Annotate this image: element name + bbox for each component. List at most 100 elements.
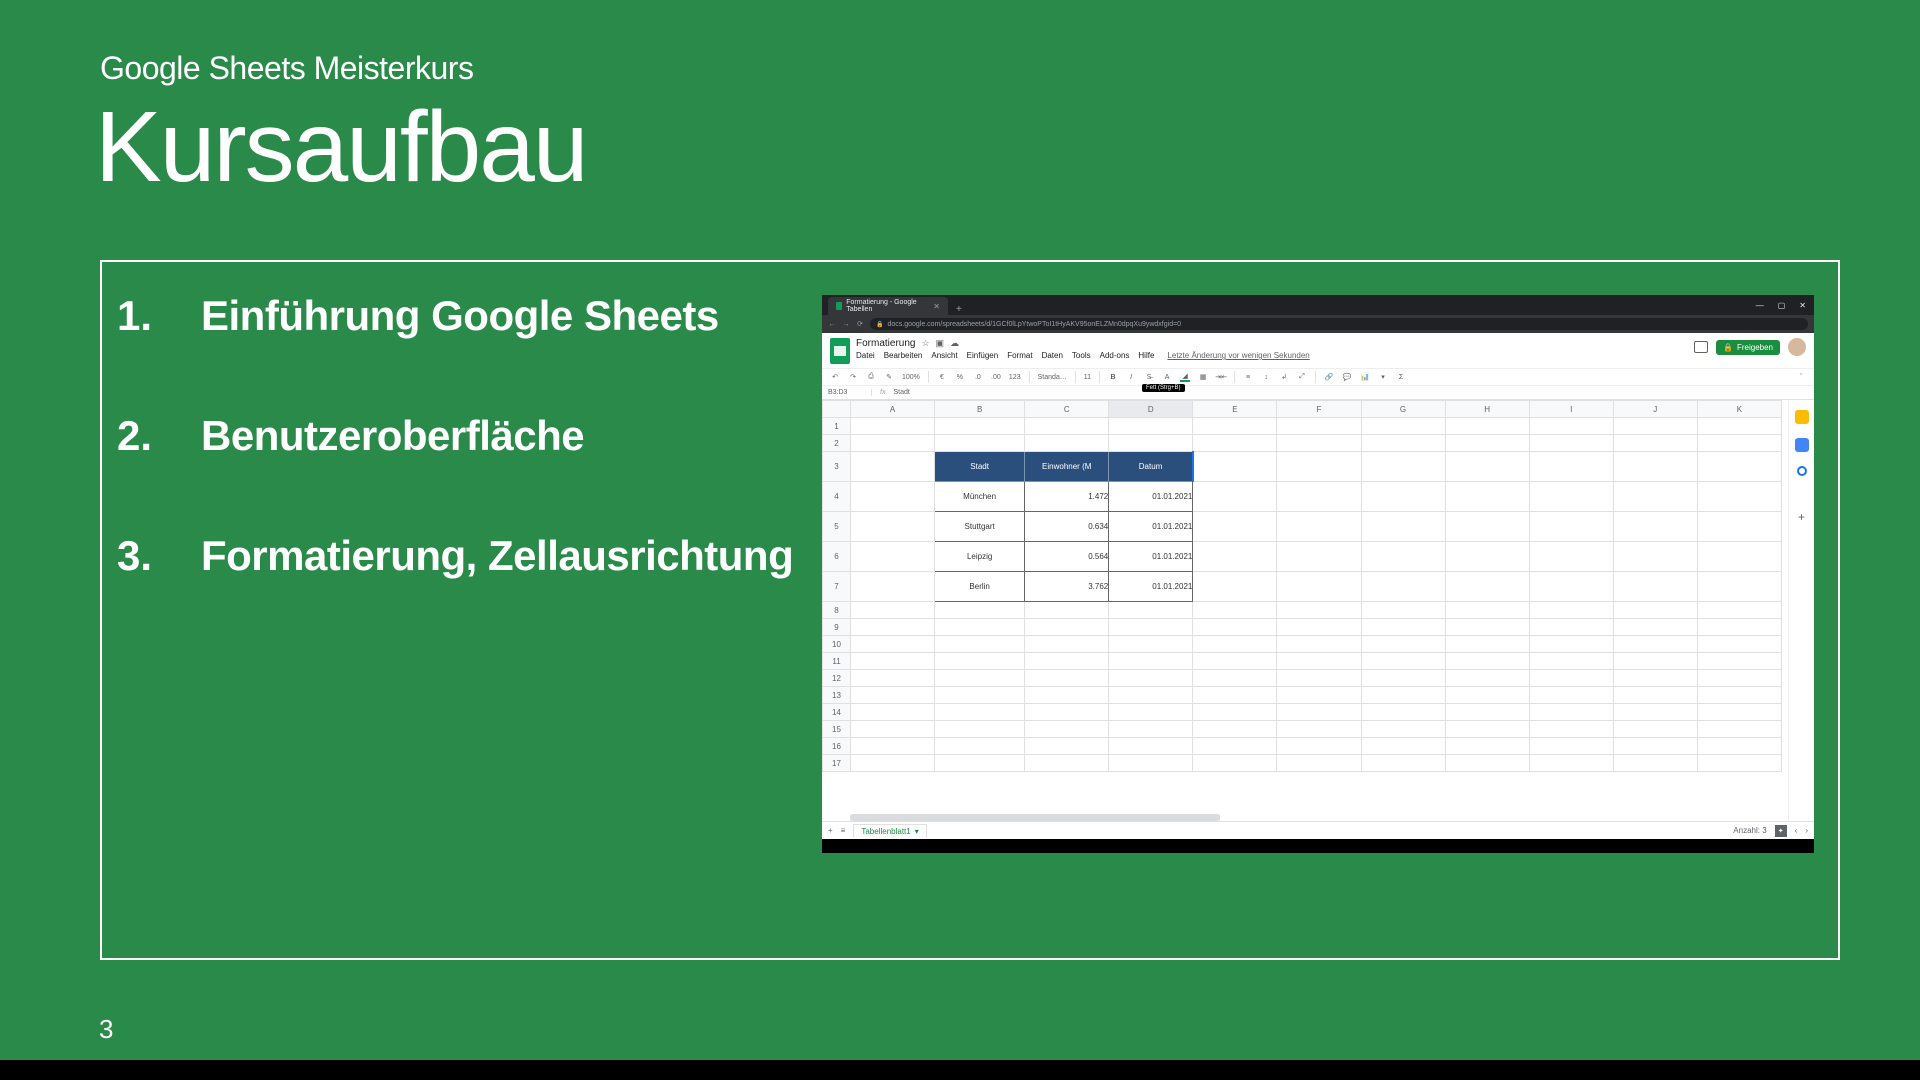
explore-icon[interactable]: ✦ bbox=[1775, 825, 1787, 837]
col-header[interactable]: J bbox=[1613, 401, 1697, 418]
url-input[interactable]: 🔒 docs.google.com/spreadsheets/d/1GCf0lL… bbox=[870, 318, 1808, 330]
chevron-right-icon[interactable]: › bbox=[1805, 826, 1808, 835]
row-header[interactable]: 3 bbox=[823, 452, 851, 482]
wrap-icon[interactable]: ↲ bbox=[1279, 372, 1289, 382]
merge-icon[interactable]: ⇥⇤ bbox=[1216, 372, 1226, 382]
sheets-logo-icon[interactable] bbox=[830, 338, 850, 364]
strikethrough-icon[interactable]: S̶ bbox=[1144, 372, 1154, 382]
decrease-decimal-icon[interactable]: .0 bbox=[973, 372, 983, 382]
row-header[interactable]: 13 bbox=[823, 687, 851, 704]
browser-tab-active[interactable]: Formatierung - Google Tabellen ✕ bbox=[828, 297, 948, 315]
row-header[interactable]: 2 bbox=[823, 435, 851, 452]
row-header[interactable]: 15 bbox=[823, 721, 851, 738]
row-header[interactable]: 1 bbox=[823, 418, 851, 435]
menu-daten[interactable]: Daten bbox=[1042, 351, 1063, 360]
row-header[interactable]: 4 bbox=[823, 482, 851, 512]
account-avatar[interactable] bbox=[1788, 338, 1806, 356]
paint-format-icon[interactable]: ✎ bbox=[884, 372, 894, 382]
menu-hilfe[interactable]: Hilfe bbox=[1138, 351, 1154, 360]
formula-content[interactable]: Stadt bbox=[893, 389, 909, 396]
print-icon[interactable]: ⎙ bbox=[866, 372, 876, 382]
data-cell[interactable]: 1.472 bbox=[1025, 482, 1109, 512]
data-cell[interactable]: 01.01.2021 bbox=[1109, 482, 1193, 512]
count-summary[interactable]: Anzahl: 3 bbox=[1733, 826, 1766, 835]
menu-tools[interactable]: Tools bbox=[1072, 351, 1091, 360]
menu-datei[interactable]: Datei bbox=[856, 351, 875, 360]
all-sheets-button[interactable]: ≡ bbox=[841, 826, 846, 835]
col-header[interactable]: I bbox=[1529, 401, 1613, 418]
filter-icon[interactable]: ▾ bbox=[1378, 372, 1388, 382]
document-title[interactable]: Formatierung bbox=[856, 338, 915, 349]
font-size-select[interactable]: 11 bbox=[1084, 374, 1091, 381]
tasks-icon[interactable] bbox=[1795, 438, 1809, 452]
bold-icon[interactable]: B bbox=[1108, 372, 1118, 382]
data-cell[interactable]: Berlin bbox=[935, 572, 1025, 602]
keep-icon[interactable] bbox=[1795, 410, 1809, 424]
window-minimize-button[interactable]: — bbox=[1756, 301, 1764, 310]
text-color-icon[interactable]: A bbox=[1162, 372, 1172, 382]
row-header[interactable]: 5 bbox=[823, 512, 851, 542]
data-cell[interactable]: 01.01.2021 bbox=[1109, 572, 1193, 602]
rotate-icon[interactable]: ⤢ bbox=[1297, 372, 1307, 382]
undo-icon[interactable]: ↶ bbox=[830, 372, 840, 382]
italic-icon[interactable]: I bbox=[1126, 372, 1136, 382]
col-header[interactable]: E bbox=[1193, 401, 1277, 418]
row-header[interactable]: 14 bbox=[823, 704, 851, 721]
forward-icon[interactable]: → bbox=[842, 321, 850, 328]
col-header[interactable]: B bbox=[935, 401, 1025, 418]
horizontal-scrollbar[interactable] bbox=[850, 814, 1220, 821]
add-sheet-button[interactable]: + bbox=[828, 826, 833, 835]
number-format-icon[interactable]: 123 bbox=[1009, 372, 1021, 382]
tab-close-icon[interactable]: ✕ bbox=[933, 302, 940, 311]
contacts-icon[interactable] bbox=[1797, 466, 1807, 476]
row-header[interactable]: 11 bbox=[823, 653, 851, 670]
window-close-button[interactable]: ✕ bbox=[1799, 301, 1806, 310]
col-header[interactable]: H bbox=[1445, 401, 1529, 418]
data-header-cell[interactable]: Stadt bbox=[935, 452, 1025, 482]
row-header[interactable]: 8 bbox=[823, 602, 851, 619]
data-cell[interactable]: 0.634 bbox=[1025, 512, 1109, 542]
chevron-left-icon[interactable]: ‹ bbox=[1795, 826, 1798, 835]
col-header[interactable]: A bbox=[851, 401, 935, 418]
increase-decimal-icon[interactable]: .00 bbox=[991, 372, 1001, 382]
data-header-cell[interactable]: Einwohner (M bbox=[1025, 452, 1109, 482]
select-all-corner[interactable] bbox=[823, 401, 851, 418]
data-cell[interactable]: 01.01.2021 bbox=[1109, 542, 1193, 572]
data-cell[interactable]: 01.01.2021 bbox=[1109, 512, 1193, 542]
data-header-cell[interactable]: Datum bbox=[1109, 452, 1193, 482]
data-cell[interactable]: 3.762 bbox=[1025, 572, 1109, 602]
col-header[interactable]: G bbox=[1361, 401, 1445, 418]
move-folder-icon[interactable]: ▣ bbox=[936, 338, 945, 349]
halign-icon[interactable]: ≡ bbox=[1243, 372, 1253, 382]
star-icon[interactable]: ☆ bbox=[921, 338, 929, 349]
row-header[interactable]: 9 bbox=[823, 619, 851, 636]
functions-icon[interactable]: Σ bbox=[1396, 372, 1406, 382]
reload-icon[interactable]: ⟳ bbox=[856, 320, 864, 328]
currency-icon[interactable]: € bbox=[937, 372, 947, 382]
sheet-tab[interactable]: Tabellenblatt1 ▾ bbox=[853, 824, 926, 838]
comments-icon[interactable] bbox=[1694, 341, 1708, 353]
row-header[interactable]: 6 bbox=[823, 542, 851, 572]
comment-icon[interactable]: 💬 bbox=[1342, 372, 1352, 382]
link-icon[interactable]: 🔗 bbox=[1324, 372, 1334, 382]
valign-icon[interactable]: ↕ bbox=[1261, 372, 1271, 382]
addons-plus-icon[interactable]: + bbox=[1798, 510, 1805, 524]
window-maximize-button[interactable]: ▢ bbox=[1778, 301, 1786, 310]
row-header[interactable]: 12 bbox=[823, 670, 851, 687]
last-edit-message[interactable]: Letzte Änderung vor wenigen Sekunden bbox=[1167, 351, 1309, 360]
col-header[interactable]: K bbox=[1697, 401, 1781, 418]
row-header[interactable]: 10 bbox=[823, 636, 851, 653]
data-cell[interactable]: München bbox=[935, 482, 1025, 512]
borders-icon[interactable]: ▦ bbox=[1198, 372, 1208, 382]
menu-addons[interactable]: Add-ons bbox=[1100, 351, 1130, 360]
data-cell[interactable]: 0.564 bbox=[1025, 542, 1109, 572]
row-header[interactable]: 7 bbox=[823, 572, 851, 602]
menu-bearbeiten[interactable]: Bearbeiten bbox=[884, 351, 923, 360]
row-header[interactable]: 16 bbox=[823, 738, 851, 755]
col-header[interactable]: F bbox=[1277, 401, 1361, 418]
share-button[interactable]: 🔒 Freigeben bbox=[1716, 340, 1780, 355]
menu-einfuegen[interactable]: Einfügen bbox=[967, 351, 999, 360]
redo-icon[interactable]: ↷ bbox=[848, 372, 858, 382]
new-tab-button[interactable]: + bbox=[950, 304, 968, 315]
percent-icon[interactable]: % bbox=[955, 372, 965, 382]
